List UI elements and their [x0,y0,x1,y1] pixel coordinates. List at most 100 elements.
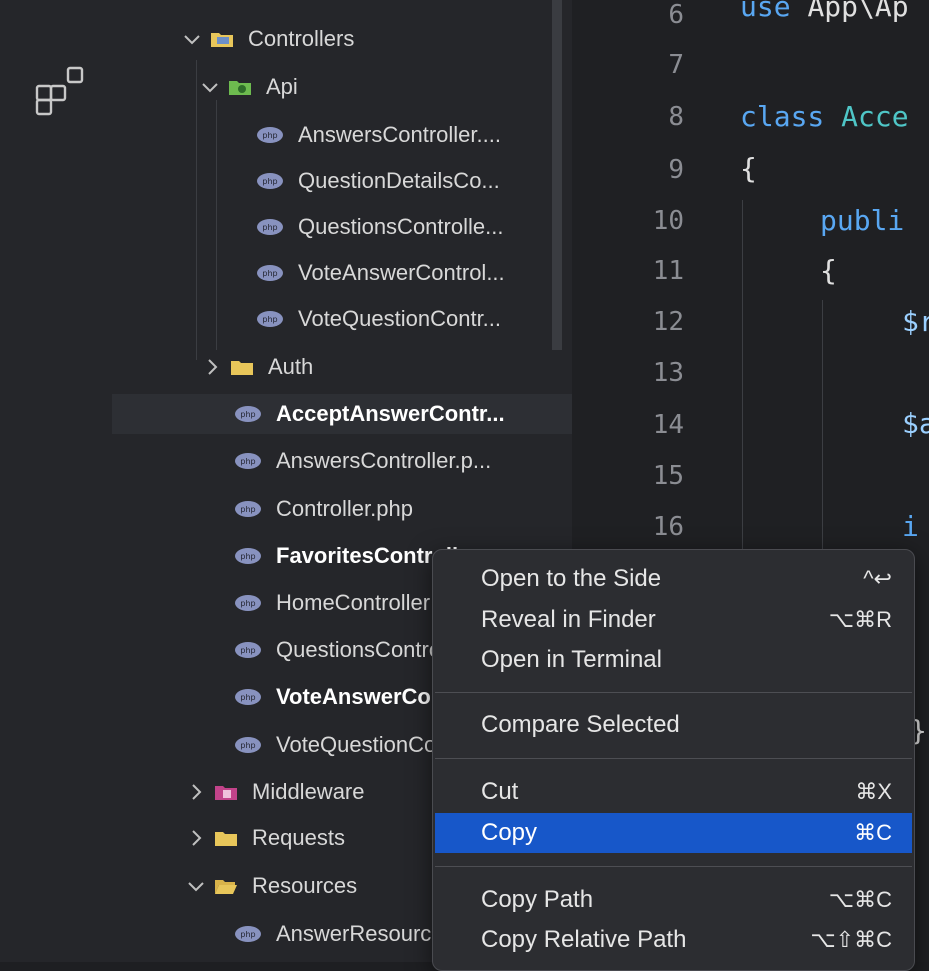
tree-folder-api[interactable]: Api [112,67,572,107]
code-line-16: i [902,510,919,543]
folder-icon [215,832,237,846]
menu-item-shortcut: ⌥⌘R [828,607,892,632]
line-number: 9 [668,155,684,185]
menu-item-shortcut: ⌘X [855,779,892,804]
tree-item-label: AnswerResource [276,921,444,946]
chevron-down-icon[interactable] [182,29,202,49]
menu-separator [435,866,912,867]
line-number: 15 [652,461,684,491]
tree-file[interactable]: php Controller.php [112,489,572,529]
php-file-icon: php [235,548,261,564]
chevron-down-icon[interactable] [186,876,206,896]
menu-item-label: Copy [481,819,538,846]
tree-item-label: QuestionsControlle... [298,214,504,239]
svg-text:php: php [240,693,255,702]
tree-file-selected[interactable]: php AcceptAnswerContr... [112,394,572,434]
line-number: 8 [668,102,684,132]
tree-folder-controllers[interactable]: Controllers [112,19,572,59]
code-line-8: class Acce [740,100,909,133]
menu-item-copy[interactable]: Copy ⌘C [435,813,912,853]
folder-controllers-icon [211,33,233,47]
tree-item-label: AnswersController.p... [276,448,492,473]
menu-item-shortcut: ^↩ [863,566,892,591]
folder-icon [231,361,253,375]
code-keyword: class [740,100,825,133]
code-line-9: { [740,152,757,185]
chevron-right-icon[interactable] [186,782,206,802]
line-number: 10 [652,206,684,236]
code-keyword: use [740,0,791,23]
tree-item-label: AnswersController.... [298,122,501,147]
tree-item-label: Controller.php [276,496,413,521]
php-file-icon: php [235,406,261,422]
tree-file[interactable]: php QuestionDetailsCo... [112,161,572,201]
php-file-icon: php [257,311,283,327]
menu-item-open-to-side[interactable]: Open to the Side ^↩ [435,559,912,599]
php-file-icon: php [235,926,261,942]
php-file-icon: php [235,737,261,753]
menu-item-shortcut: ⌥⌘C [828,887,892,912]
php-file-icon: php [257,127,283,143]
svg-text:php: php [262,131,277,140]
line-number: 7 [668,50,684,80]
menu-item-compare-selected[interactable]: Compare Selected [435,705,912,745]
tree-item-label: VoteAnswerControl... [298,260,505,285]
tree-item-label: Auth [268,354,314,379]
svg-text:php: php [262,269,277,278]
menu-item-shortcut: ⌘C [854,820,892,845]
menu-item-label: Open in Terminal [481,646,662,673]
menu-item-label: Copy Relative Path [481,926,687,953]
tree-item-label: Resources [252,873,358,898]
tree-file[interactable]: php AnswersController.p... [112,441,572,481]
folder-middleware-icon [215,786,237,800]
svg-text:php: php [240,930,255,939]
menu-item-copy-path[interactable]: Copy Path ⌥⌘C [435,880,912,920]
tree-item-label: Controllers [248,26,355,51]
code-line-11: { [820,254,837,287]
line-number: 13 [652,358,684,388]
tree-file[interactable]: php VoteAnswerControl... [112,253,572,293]
menu-item-copy-relative-path[interactable]: Copy Relative Path ⌥⇧⌘C [435,920,912,960]
code-line-14: $a [902,407,929,440]
chevron-right-icon[interactable] [186,828,206,848]
php-file-icon: php [257,265,283,281]
code-line-6: use App\Ap [740,0,909,23]
tree-file[interactable]: php AnswersController.... [112,115,572,155]
activity-bar [0,0,112,962]
menu-item-label: Open to the Side [481,565,662,592]
svg-text:php: php [262,315,277,324]
php-file-icon: php [235,642,261,658]
svg-text:php: php [240,646,255,655]
menu-item-label: Reveal in Finder [481,606,656,633]
line-number: 16 [652,512,684,542]
line-number: 12 [652,307,684,337]
tree-item-label: Api [266,74,298,99]
tree-item-label: AcceptAnswerContr... [276,401,505,426]
tree-item-label: HomeController [276,590,431,615]
menu-item-open-in-terminal[interactable]: Open in Terminal [435,640,912,680]
svg-text:php: php [240,741,255,750]
code-line-10: publi [820,204,905,237]
line-number: 11 [652,256,684,286]
svg-text:php: php [240,410,255,419]
menu-separator [435,758,912,759]
tree-folder-auth[interactable]: Auth [112,347,572,387]
extensions-icon[interactable] [34,66,90,116]
tree-item-label: Requests [252,825,345,850]
php-file-icon: php [257,219,283,235]
menu-item-cut[interactable]: Cut ⌘X [435,772,912,812]
chevron-right-icon[interactable] [202,357,222,377]
code-text: App\Ap [807,0,909,23]
code-class-name: Acce [841,100,909,133]
tree-file[interactable]: php VoteQuestionContr... [112,299,572,339]
svg-text:php: php [240,505,255,514]
menu-separator [435,692,912,693]
tree-item-label: Middleware [252,779,365,804]
svg-text:php: php [240,457,255,466]
tree-item-label: VoteQuestionContr... [298,306,502,331]
svg-text:php: php [240,599,255,608]
menu-item-reveal-in-finder[interactable]: Reveal in Finder ⌥⌘R [435,600,912,640]
php-file-icon: php [235,689,261,705]
chevron-down-icon[interactable] [200,77,220,97]
tree-file[interactable]: php QuestionsControlle... [112,207,572,247]
